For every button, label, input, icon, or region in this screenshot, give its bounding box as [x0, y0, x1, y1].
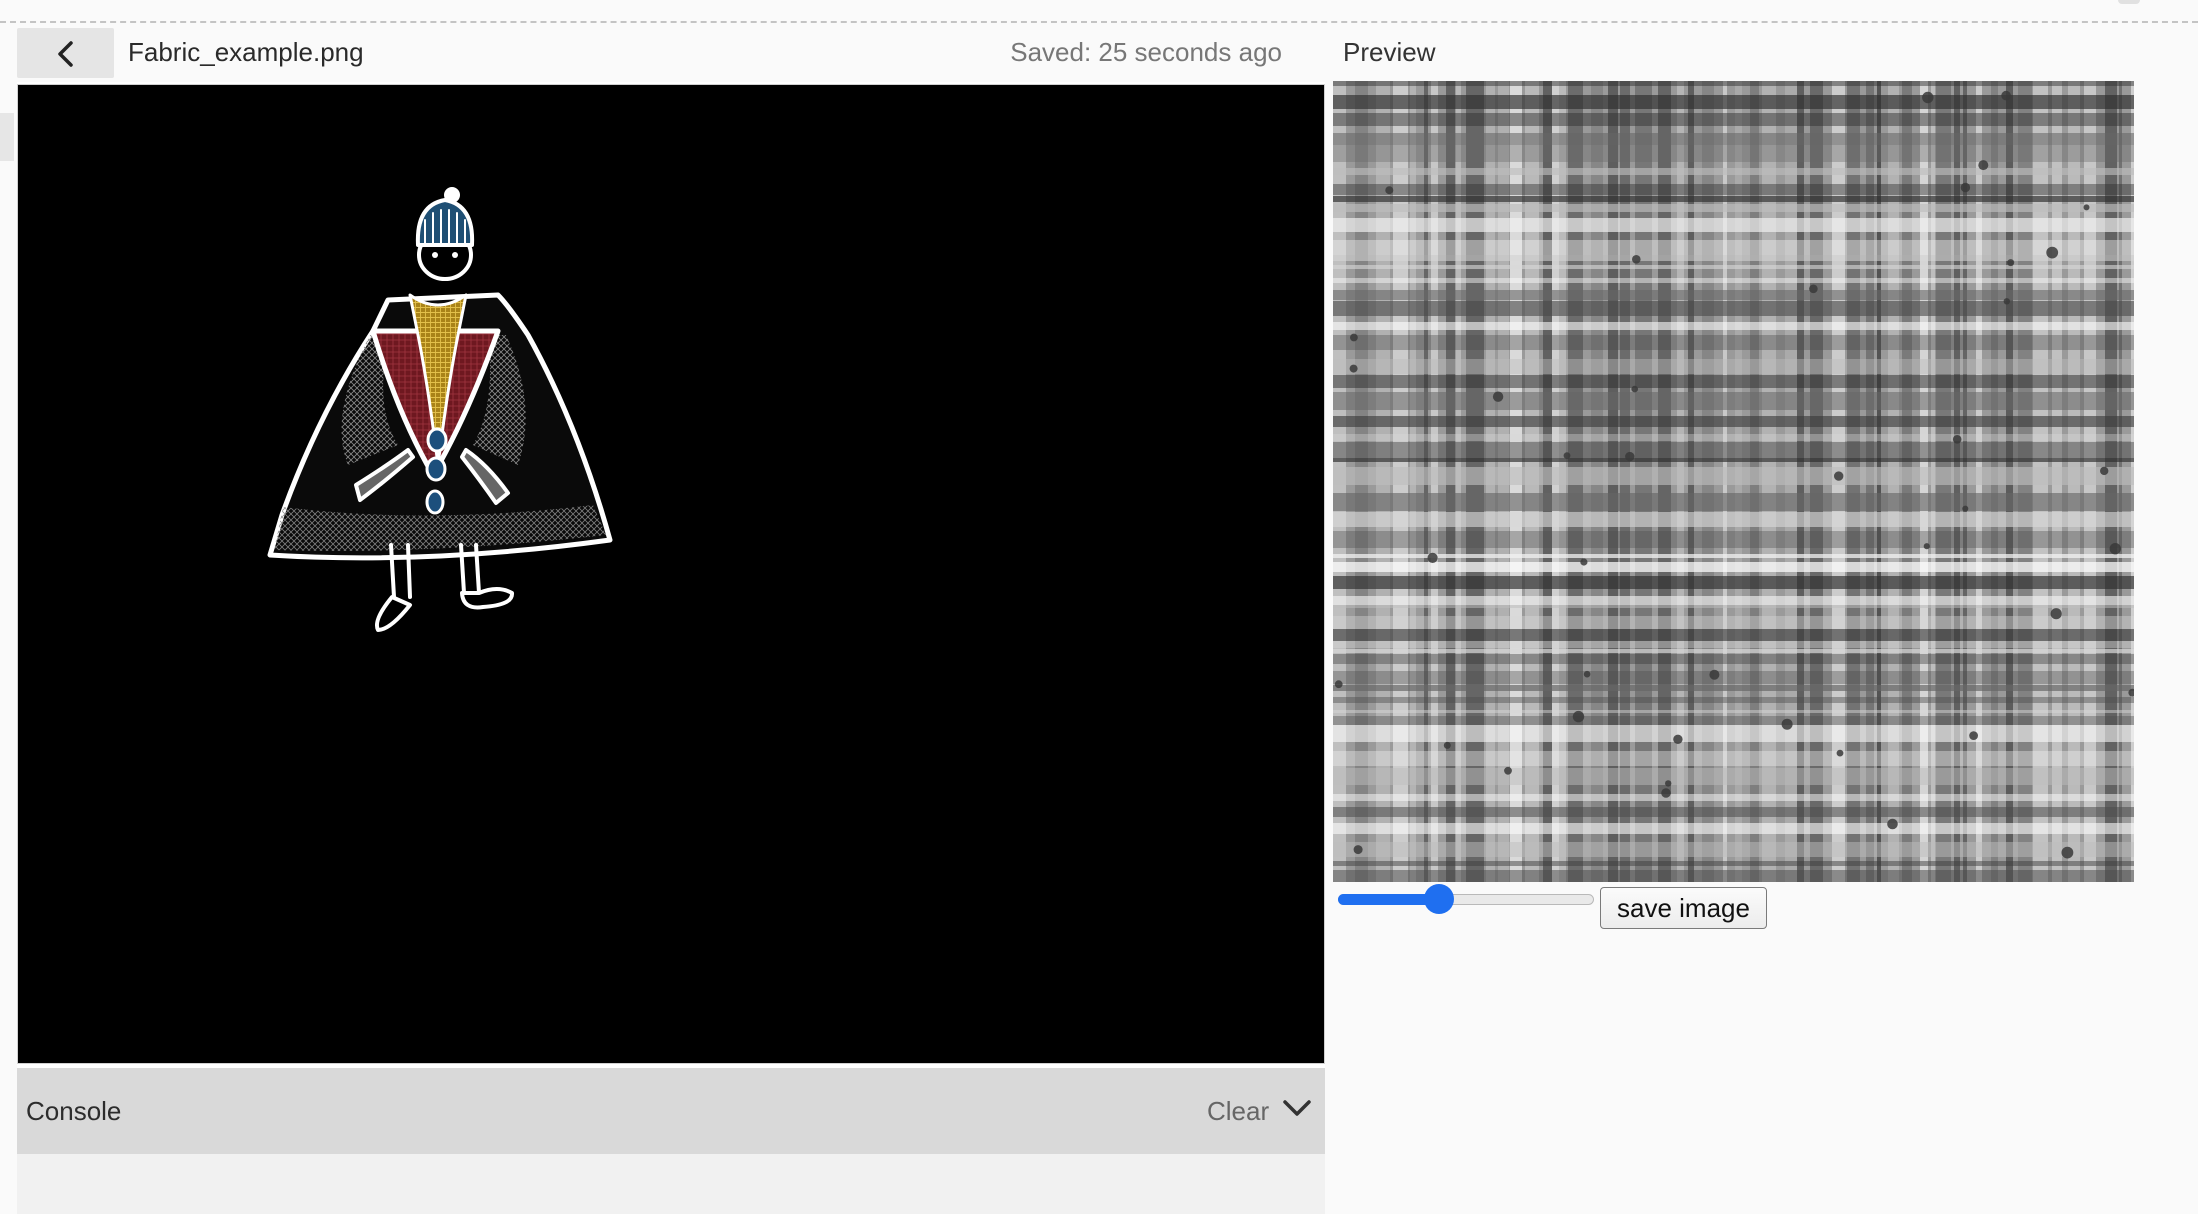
- side-panel-handle[interactable]: [0, 113, 14, 161]
- save-status: Saved: 25 seconds ago: [1010, 37, 1282, 67]
- preview-slider[interactable]: [1338, 884, 1598, 916]
- slider-thumb[interactable]: [1423, 884, 1454, 914]
- chevron-left-icon: [58, 41, 73, 67]
- console-output: [17, 1154, 1325, 1214]
- back-button[interactable]: [17, 28, 114, 78]
- console-title: Console: [26, 1096, 122, 1126]
- drawing-canvas[interactable]: [17, 84, 1325, 1064]
- preview-plaid-image: [1333, 81, 2134, 882]
- editor-panel: Fabric_example.png Saved: 25 seconds ago: [17, 24, 1325, 1214]
- editor-toolbar: Fabric_example.png Saved: 25 seconds ago: [17, 24, 1325, 82]
- save-image-button[interactable]: save image: [1600, 887, 1767, 929]
- file-name: Fabric_example.png: [128, 37, 364, 67]
- chevron-down-icon[interactable]: [1283, 1098, 1311, 1118]
- window-corner-mark: [2118, 0, 2140, 4]
- console-header: Console Clear: [17, 1068, 1325, 1154]
- winter-coat-figure-drawing: [267, 187, 613, 632]
- preview-title: Preview: [1343, 37, 1436, 67]
- top-divider: [0, 21, 2198, 23]
- console-clear-button[interactable]: Clear: [1207, 1096, 1269, 1127]
